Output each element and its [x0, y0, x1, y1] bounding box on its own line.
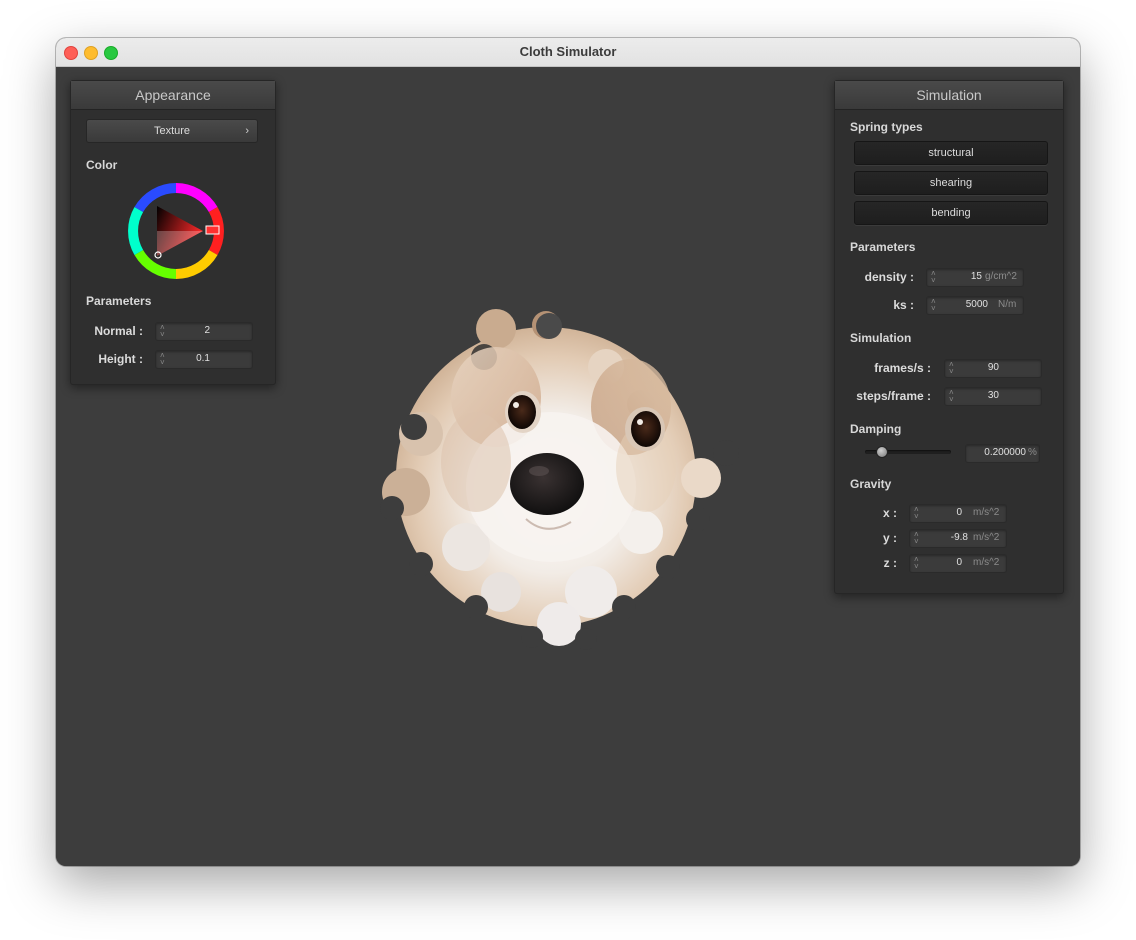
- density-label: density :: [864, 270, 914, 284]
- stepper-icon[interactable]: ˄ ˅: [931, 270, 936, 285]
- spring-types-label: Spring types: [850, 120, 923, 134]
- parameters-label: Parameters: [850, 240, 916, 254]
- simulation-header: Simulation: [835, 81, 1063, 110]
- simulation-panel: Simulation Spring types structural shear…: [834, 80, 1064, 594]
- height-input[interactable]: ˄ ˅ 0.1: [155, 350, 253, 369]
- steps-per-frame-value: 30: [987, 390, 999, 401]
- gravity-x-value: 0: [956, 507, 962, 518]
- gravity-z-value: 0: [956, 557, 962, 568]
- gravity-y-value: -9.8: [950, 532, 968, 543]
- density-value: 15: [970, 271, 982, 282]
- steps-per-frame-input[interactable]: ˄ ˅ 30: [944, 387, 1042, 406]
- window-title: Cloth Simulator: [519, 44, 617, 59]
- damping-unit: %: [1028, 447, 1037, 458]
- normal-label: Normal :: [94, 324, 143, 338]
- gravity-z-input[interactable]: ˄ ˅ 0 m/s^2: [909, 554, 1007, 573]
- height-label: Height :: [98, 352, 143, 366]
- gravity-y-unit: m/s^2: [973, 532, 1000, 543]
- damping-value: 0.200000: [984, 447, 1026, 458]
- gravity-x-label: x :: [882, 506, 897, 520]
- density-input[interactable]: ˄ ˅ 15 g/cm^2: [926, 268, 1024, 287]
- ks-unit: N/m: [998, 299, 1017, 310]
- ks-input[interactable]: ˄ ˅ 5000 N/m: [926, 296, 1024, 315]
- appearance-parameters-label: Parameters: [86, 294, 152, 308]
- gravity-z-unit: m/s^2: [973, 557, 1000, 568]
- damping-slider-handle[interactable]: [876, 446, 888, 458]
- appearance-header: Appearance: [71, 81, 275, 110]
- density-unit: g/cm^2: [985, 271, 1017, 282]
- title-bar: Cloth Simulator: [56, 38, 1080, 67]
- ks-value: 5000: [965, 299, 988, 310]
- frames-per-second-label: frames/s :: [874, 361, 931, 375]
- gravity-z-label: z :: [883, 556, 897, 570]
- damping-label: Damping: [850, 422, 902, 436]
- steps-per-frame-label: steps/frame :: [856, 389, 931, 403]
- render-viewport[interactable]: Appearance Texture › Color Parameters No…: [56, 67, 1080, 866]
- gravity-y-input[interactable]: ˄ ˅ -9.8 m/s^2: [909, 529, 1007, 548]
- stepper-icon[interactable]: ˄ ˅: [949, 389, 954, 404]
- gravity-x-input[interactable]: ˄ ˅ 0 m/s^2: [909, 504, 1007, 523]
- structural-button[interactable]: structural: [854, 141, 1048, 165]
- appearance-panel: Appearance Texture › Color Parameters No…: [70, 80, 276, 385]
- frames-per-second-input[interactable]: ˄ ˅ 90: [944, 359, 1042, 378]
- stepper-icon[interactable]: ˄ ˅: [914, 531, 919, 546]
- stepper-icon[interactable]: ˄ ˅: [931, 298, 936, 313]
- stepper-icon[interactable]: ˄ ˅: [914, 556, 919, 571]
- damping-input[interactable]: 0.200000 %: [965, 444, 1040, 463]
- simulation-section-label: Simulation: [850, 331, 912, 345]
- ks-label: ks :: [893, 298, 914, 312]
- shearing-button[interactable]: shearing: [854, 171, 1048, 195]
- normal-input[interactable]: ˄ ˅ 2: [155, 322, 253, 341]
- stepper-icon[interactable]: ˄ ˅: [914, 506, 919, 521]
- normal-value: 2: [204, 325, 210, 336]
- height-value: 0.1: [196, 353, 210, 364]
- stepper-icon[interactable]: ˄ ˅: [160, 352, 165, 367]
- app-window: Cloth Simulator Appearance Texture › Col…: [56, 38, 1080, 866]
- chevron-right-icon: ›: [245, 125, 249, 137]
- color-section-label: Color: [86, 158, 118, 172]
- gravity-y-label: y :: [882, 531, 897, 545]
- gravity-label: Gravity: [850, 477, 892, 491]
- shader-select-label: Texture: [153, 125, 191, 137]
- stepper-icon[interactable]: ˄ ˅: [160, 324, 165, 339]
- bending-button[interactable]: bending: [854, 201, 1048, 225]
- stepper-icon[interactable]: ˄ ˅: [949, 361, 954, 376]
- frames-per-second-value: 90: [987, 362, 999, 373]
- shader-select[interactable]: Texture ›: [86, 119, 258, 143]
- gravity-x-unit: m/s^2: [973, 507, 1000, 518]
- color-wheel[interactable]: [128, 183, 224, 279]
- cloth-mesh: [380, 309, 739, 650]
